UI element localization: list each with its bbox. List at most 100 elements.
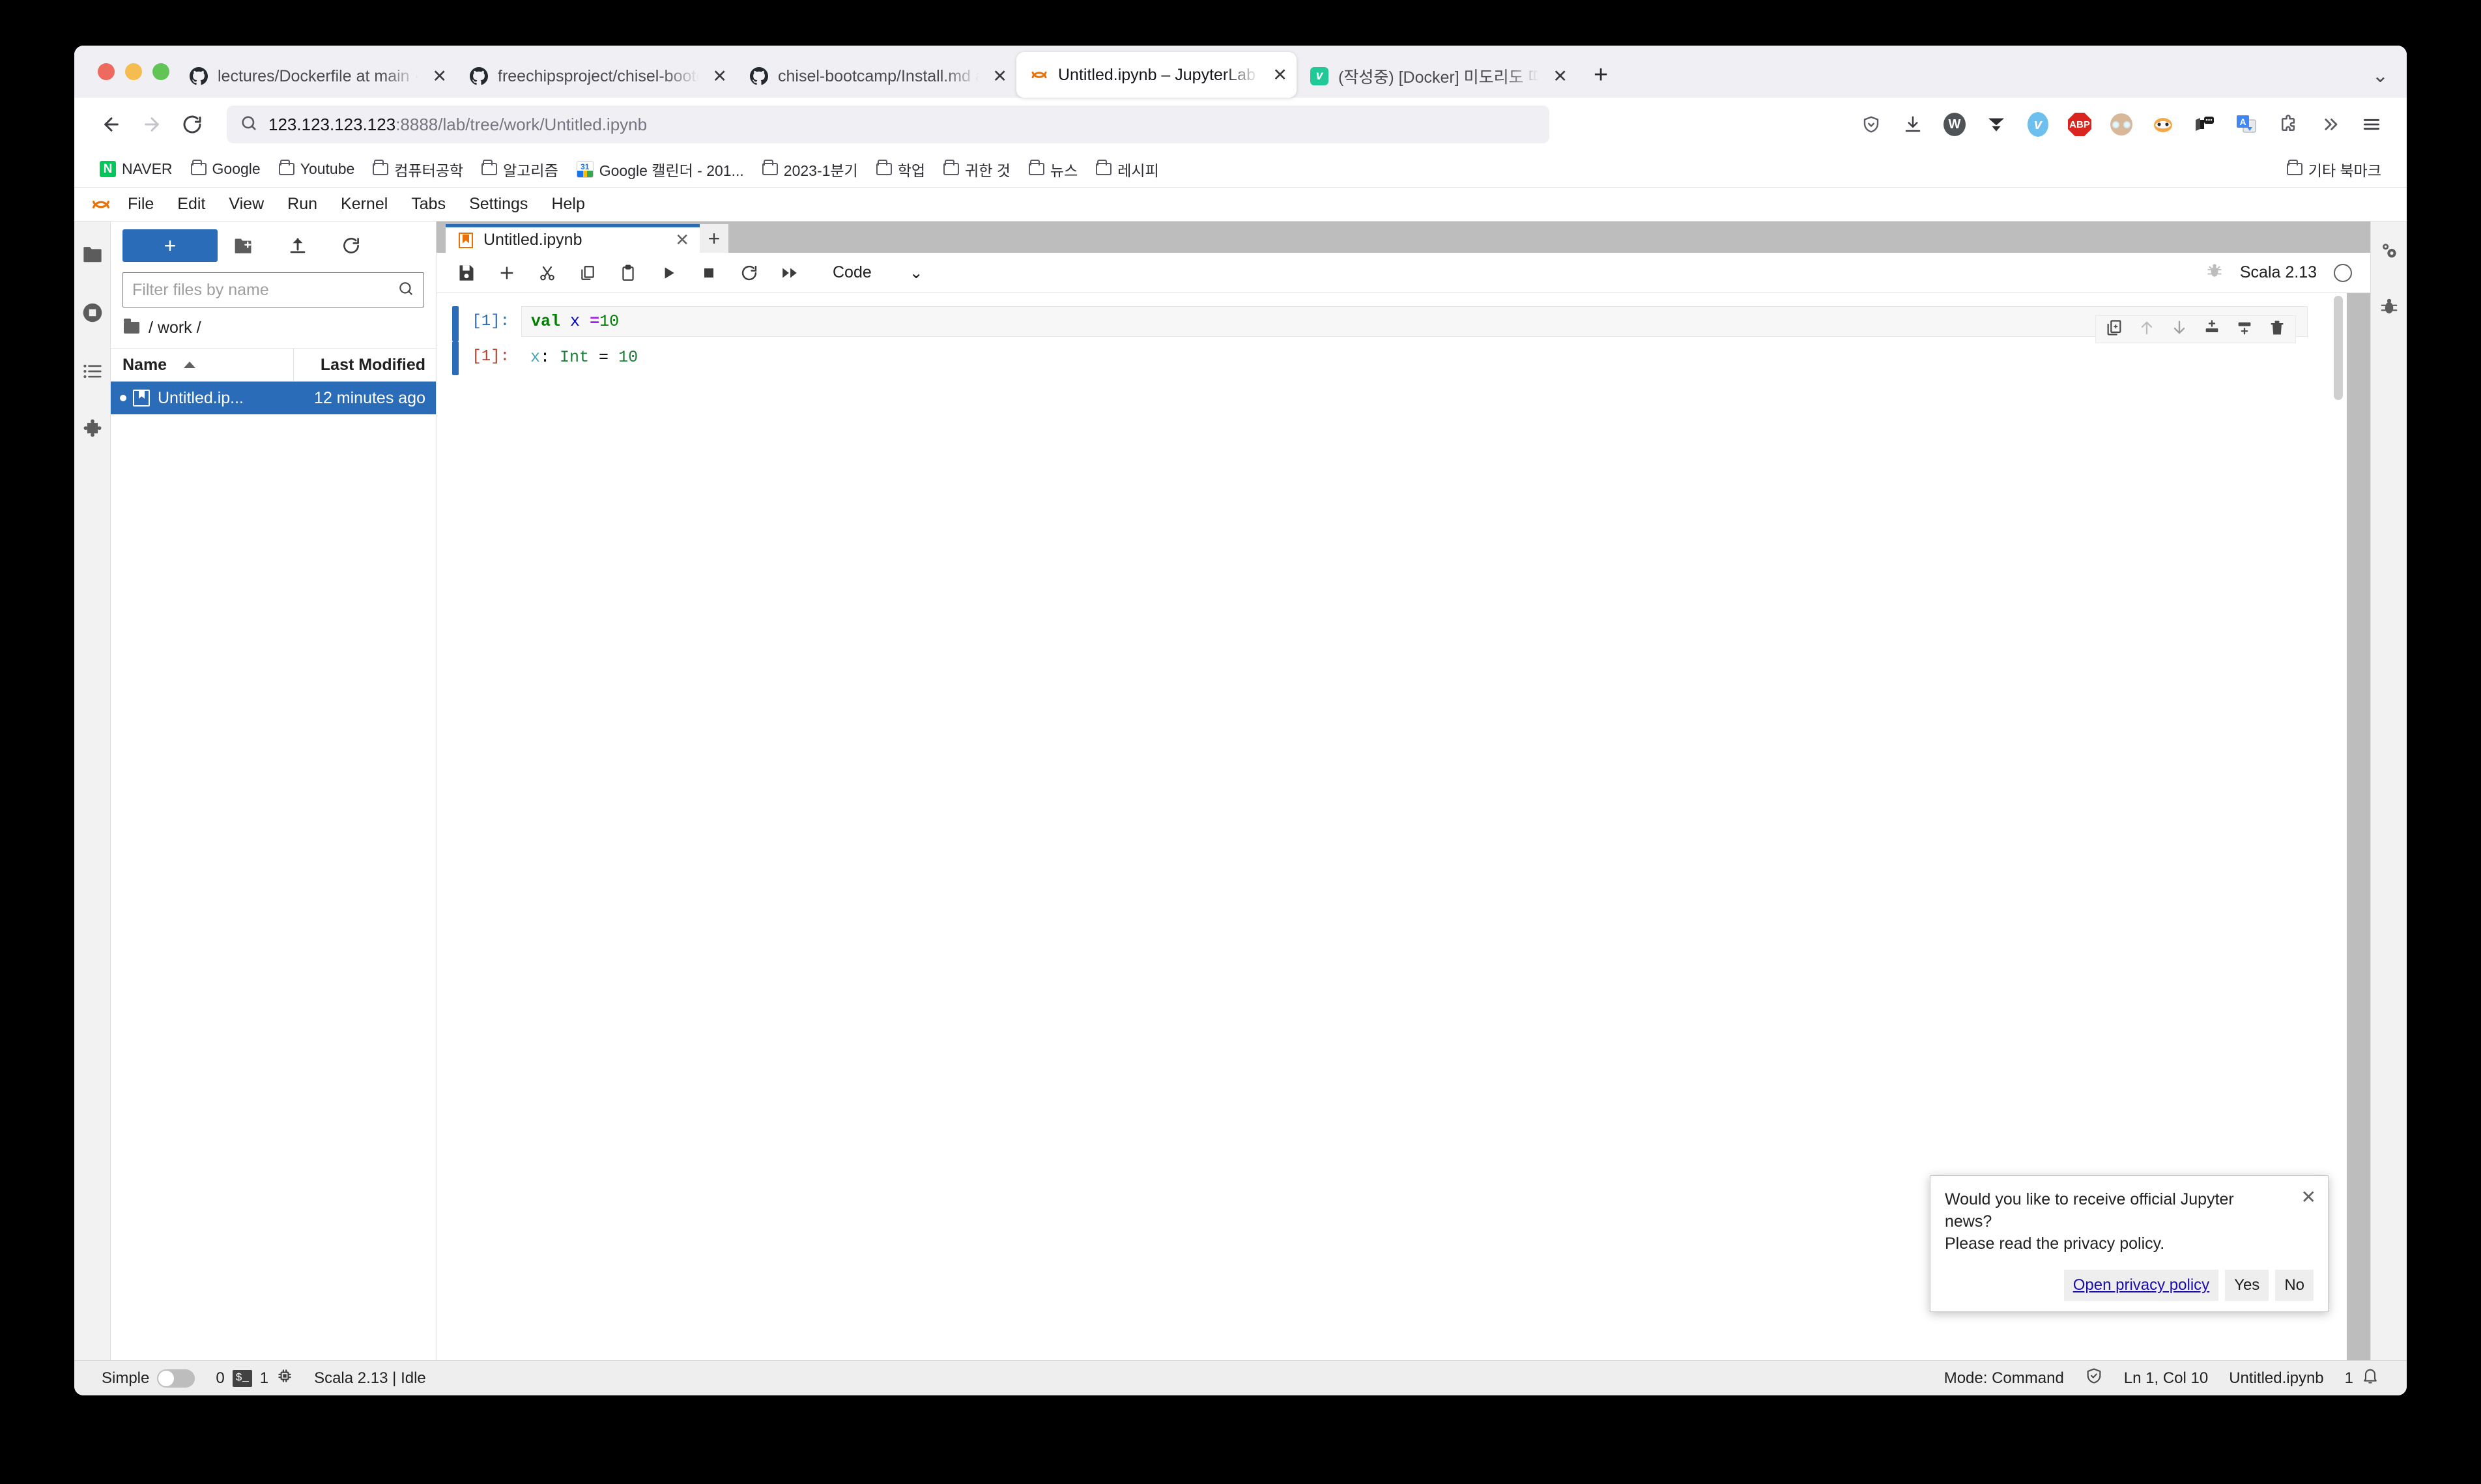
scrollbar-thumb[interactable] bbox=[2334, 296, 2343, 400]
menu-file[interactable]: File bbox=[116, 191, 165, 218]
menu-tabs[interactable]: Tabs bbox=[399, 191, 457, 218]
restart-run-all-icon[interactable] bbox=[771, 256, 808, 290]
duplicate-cell-icon[interactable] bbox=[2105, 319, 2123, 340]
address-bar[interactable]: 123.123.123.123:8888/lab/tree/work/Untit… bbox=[227, 106, 1549, 143]
notebook-cell-output[interactable]: [1]: x: Int = 10 bbox=[437, 341, 2347, 375]
close-tab-icon[interactable]: ✕ bbox=[708, 66, 727, 87]
copy-icon[interactable] bbox=[569, 256, 606, 290]
kernel-status-idle-icon[interactable] bbox=[2334, 263, 2352, 282]
menu-edit[interactable]: Edit bbox=[165, 191, 217, 218]
insert-cell-above-icon[interactable] bbox=[2203, 319, 2221, 340]
insert-cell-below-icon[interactable] bbox=[2235, 319, 2254, 340]
open-privacy-policy-button[interactable]: Open privacy policy bbox=[2063, 1269, 2219, 1301]
adblockplus-icon[interactable]: ABP bbox=[2061, 106, 2098, 143]
terminals-status[interactable]: 0 $_ 1 bbox=[205, 1367, 304, 1389]
debugger-icon[interactable] bbox=[2373, 291, 2405, 322]
stop-icon[interactable] bbox=[691, 256, 727, 290]
maximize-window-button[interactable] bbox=[152, 63, 169, 80]
property-inspector-icon[interactable] bbox=[2373, 235, 2405, 266]
move-cell-up-icon[interactable] bbox=[2138, 319, 2156, 340]
forward-icon[interactable] bbox=[132, 104, 172, 145]
w-circle-icon[interactable]: W bbox=[1936, 106, 1973, 143]
downloads-icon[interactable] bbox=[1895, 106, 1931, 143]
bookmark-google[interactable]: Google bbox=[184, 157, 268, 181]
bookmark-computer-engineering[interactable]: 컴퓨터공학 bbox=[366, 155, 470, 184]
shield-icon[interactable] bbox=[1853, 106, 1889, 143]
yes-button[interactable]: Yes bbox=[2225, 1269, 2269, 1301]
privacy-badger-icon[interactable] bbox=[2145, 106, 2181, 143]
notifications[interactable]: 1 bbox=[2334, 1367, 2390, 1390]
menu-view[interactable]: View bbox=[217, 191, 276, 218]
overflow-icon[interactable] bbox=[2312, 106, 2348, 143]
file-list-item[interactable]: Untitled.ip... 12 minutes ago bbox=[111, 382, 436, 414]
close-tab-icon[interactable]: ✕ bbox=[1269, 65, 1287, 85]
column-header-name[interactable]: Name bbox=[111, 349, 294, 381]
new-launcher-button[interactable]: + bbox=[122, 229, 218, 262]
bookmark-study[interactable]: 학업 bbox=[869, 155, 932, 184]
bookmark-precious[interactable]: 귀한 것 bbox=[936, 155, 1018, 184]
browser-tab-4-active[interactable]: Untitled.ipynb – JupyterLab ✕ bbox=[1016, 52, 1297, 98]
new-folder-icon[interactable] bbox=[218, 229, 271, 262]
bookmark-recipe[interactable]: 레시피 bbox=[1089, 155, 1166, 184]
bookmark-2023-q1[interactable]: 2023-1분기 bbox=[755, 155, 865, 184]
paste-icon[interactable] bbox=[610, 256, 646, 290]
minimize-window-button[interactable] bbox=[125, 63, 142, 80]
app-menu-icon[interactable] bbox=[2353, 106, 2390, 143]
toggle-switch[interactable] bbox=[157, 1369, 195, 1388]
bookmark-algorithm[interactable]: 알고리즘 bbox=[474, 155, 566, 184]
kernel-name[interactable]: Scala 2.13 bbox=[2240, 263, 2317, 282]
avatar-icon[interactable] bbox=[2103, 106, 2140, 143]
move-cell-down-icon[interactable] bbox=[2170, 319, 2188, 340]
new-launcher-tab-button[interactable]: + bbox=[700, 224, 728, 253]
extension-manager-icon[interactable] bbox=[77, 414, 108, 446]
read-aloud-icon[interactable] bbox=[2187, 106, 2223, 143]
simple-mode-toggle[interactable]: Simple bbox=[91, 1369, 205, 1388]
menu-run[interactable]: Run bbox=[276, 191, 329, 218]
v-triangle-icon[interactable] bbox=[1978, 106, 2015, 143]
cut-icon[interactable] bbox=[529, 256, 566, 290]
close-tab-icon[interactable]: ✕ bbox=[988, 66, 1007, 87]
trust-status[interactable] bbox=[2074, 1367, 2114, 1390]
browser-tab-1[interactable]: lectures/Dockerfile at main · agi ✕ bbox=[176, 55, 456, 98]
restart-icon[interactable] bbox=[731, 256, 767, 290]
delete-cell-icon[interactable] bbox=[2268, 319, 2286, 340]
bookmark-news[interactable]: 뉴스 bbox=[1022, 155, 1085, 184]
running-terminals-icon[interactable] bbox=[77, 297, 108, 328]
save-icon[interactable] bbox=[448, 256, 485, 290]
velog-icon[interactable]: v bbox=[2020, 106, 2056, 143]
new-tab-button[interactable]: + bbox=[1577, 52, 1625, 98]
menu-settings[interactable]: Settings bbox=[457, 191, 539, 218]
file-browser-icon[interactable] bbox=[77, 238, 108, 270]
cursor-position[interactable]: Ln 1, Col 10 bbox=[2114, 1369, 2218, 1388]
list-all-tabs-icon[interactable]: ⌄ bbox=[2372, 64, 2388, 87]
filter-files-input[interactable]: Filter files by name bbox=[122, 272, 424, 307]
browser-tab-2[interactable]: freechipsproject/chisel-bootcam ✕ bbox=[456, 55, 736, 98]
kernel-status[interactable]: Scala 2.13 | Idle bbox=[304, 1369, 437, 1388]
insert-cell-icon[interactable] bbox=[489, 256, 525, 290]
menu-help[interactable]: Help bbox=[539, 191, 596, 218]
close-window-button[interactable] bbox=[98, 63, 115, 80]
no-button[interactable]: No bbox=[2275, 1269, 2314, 1301]
bookmark-youtube[interactable]: Youtube bbox=[272, 157, 362, 181]
bug-icon[interactable] bbox=[2206, 262, 2223, 283]
bell-icon[interactable] bbox=[2361, 1367, 2379, 1390]
notebook-cell-input[interactable]: [1]: val x =10 bbox=[437, 306, 2347, 343]
google-translate-icon[interactable]: A bbox=[2228, 106, 2265, 143]
dock-tab-untitled-notebook[interactable]: Untitled.ipynb ✕ bbox=[446, 224, 700, 253]
bookmark-other[interactable]: 기타 북마크 bbox=[2280, 155, 2388, 184]
upload-icon[interactable] bbox=[271, 229, 324, 262]
column-header-last-modified[interactable]: Last Modified bbox=[294, 349, 436, 381]
close-icon[interactable]: ✕ bbox=[675, 230, 689, 250]
bookmark-google-calendar[interactable]: 31 Google 캘린더 - 201... bbox=[569, 155, 751, 184]
back-icon[interactable] bbox=[91, 104, 132, 145]
reload-icon[interactable] bbox=[172, 104, 212, 145]
browser-tab-5[interactable]: v (작성중) [Docker] 미도리도 따라할 수 ✕ bbox=[1297, 55, 1577, 98]
refresh-icon[interactable] bbox=[324, 229, 378, 262]
extensions-icon[interactable] bbox=[2270, 106, 2306, 143]
browser-tab-3[interactable]: chisel-bootcamp/Install.md at m ✕ bbox=[736, 55, 1016, 98]
table-of-contents-icon[interactable] bbox=[77, 356, 108, 387]
bookmark-naver[interactable]: N NAVER bbox=[93, 157, 180, 181]
close-tab-icon[interactable]: ✕ bbox=[1549, 66, 1568, 87]
menu-kernel[interactable]: Kernel bbox=[329, 191, 399, 218]
cell-type-dropdown[interactable]: Code ⌄ bbox=[826, 261, 930, 285]
